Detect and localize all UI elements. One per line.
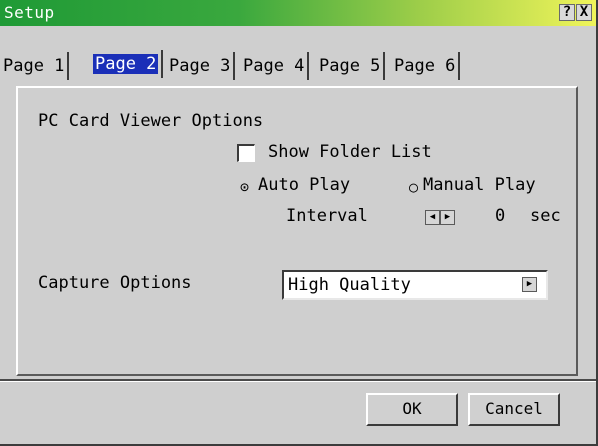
show-folder-list-checkbox[interactable]	[237, 144, 255, 162]
tab-page-5[interactable]: Page 5	[316, 52, 386, 80]
capture-options-select[interactable]: High Quality ▶	[282, 270, 548, 300]
auto-play-radio-icon[interactable]: ⊙	[240, 178, 249, 196]
footer-divider	[0, 379, 596, 382]
tab-page-1[interactable]: Page 1	[0, 52, 70, 80]
capture-options-value: High Quality	[288, 275, 411, 295]
pc-card-section-label: PC Card Viewer Options	[38, 111, 264, 131]
tab-page-2[interactable]: Page 2	[90, 50, 164, 78]
show-folder-list-label: Show Folder List	[268, 142, 432, 162]
chevron-right-icon[interactable]: ▶	[522, 277, 537, 292]
help-button[interactable]: ?	[559, 4, 575, 21]
auto-play-label: Auto Play	[258, 175, 351, 195]
cancel-button[interactable]: Cancel	[468, 393, 560, 426]
interval-increase-button[interactable]: ▶	[440, 210, 455, 225]
capture-options-label: Capture Options	[38, 273, 192, 293]
interval-value: 0	[495, 206, 506, 226]
tab-page-4[interactable]: Page 4	[240, 52, 310, 80]
tab-page-6[interactable]: Page 6	[391, 52, 461, 80]
title-bar[interactable]: Setup ? X	[0, 0, 596, 26]
close-button[interactable]: X	[576, 4, 592, 21]
manual-play-label: Manual Play	[423, 175, 536, 195]
interval-decrease-button[interactable]: ◀	[425, 210, 440, 225]
manual-play-radio-icon[interactable]: ○	[409, 178, 418, 196]
setup-dialog: Setup ? X Page 1 Page 2 Page 3 Page 4 Pa…	[0, 0, 598, 446]
interval-unit: sec	[530, 206, 561, 226]
ok-button[interactable]: OK	[366, 393, 458, 426]
interval-label: Interval	[286, 206, 368, 226]
tab-page-3[interactable]: Page 3	[166, 52, 236, 80]
window-title: Setup	[4, 3, 55, 22]
